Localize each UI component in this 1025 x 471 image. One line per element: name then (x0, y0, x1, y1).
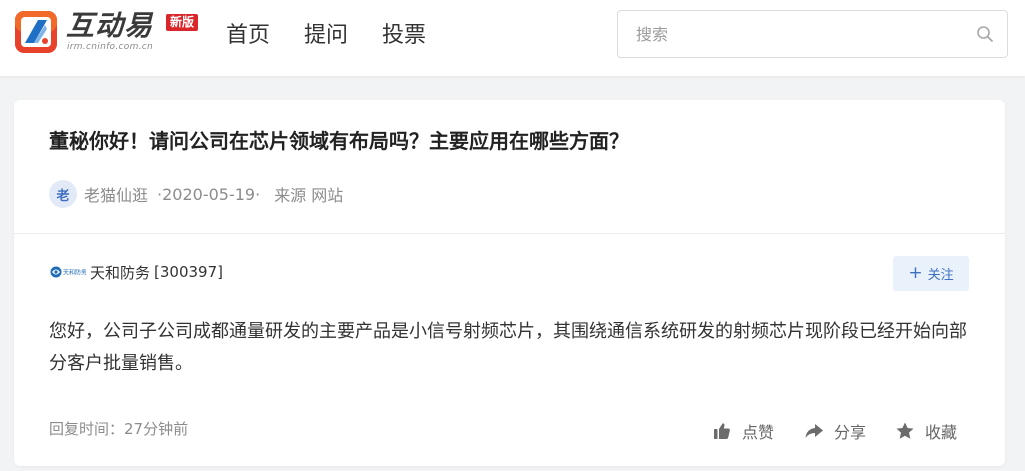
answer-actions: 点赞 分享 收藏 (712, 420, 957, 442)
source-value: 网站 (311, 186, 344, 205)
question-meta: 老 老猫仙逛 · 2020-05-19 · 来源 网站 (49, 180, 343, 208)
follow-button[interactable]: + 关注 (893, 256, 969, 291)
qa-card: 董秘你好！请问公司在芯片领域有布局吗？主要应用在哪些方面？ 老 老猫仙逛 · 2… (14, 100, 1005, 466)
company-code: [300397] (154, 263, 223, 281)
search-icon[interactable] (976, 25, 994, 43)
star-icon (896, 422, 914, 439)
question-title[interactable]: 董秘你好！请问公司在芯片领域有布局吗？主要应用在哪些方面？ (49, 126, 989, 156)
like-label: 点赞 (742, 423, 775, 442)
collect-label: 收藏 (925, 423, 958, 442)
search-box (617, 10, 1008, 58)
logo-icon[interactable] (14, 9, 58, 55)
asker-name[interactable]: 老猫仙逛 (84, 182, 148, 206)
divider (14, 233, 1005, 234)
main-nav: 首页 提问 投票 (226, 20, 426, 52)
collect-button[interactable]: 收藏 (895, 419, 957, 443)
question-date: 2020-05-19 (162, 184, 256, 204)
company-name[interactable]: 天和防务 (90, 262, 150, 283)
nav-ask[interactable]: 提问 (304, 20, 348, 52)
share-arrow-icon (805, 424, 824, 438)
logo-title: 互动易 (66, 9, 154, 42)
plus-icon: + (908, 263, 923, 283)
nav-vote[interactable]: 投票 (382, 20, 426, 52)
company-logo-icon: 天和防务 (50, 264, 87, 280)
share-button[interactable]: 分享 (804, 419, 866, 443)
like-button[interactable]: 点赞 (712, 419, 774, 443)
reply-time: 回复时间：27分钟前 (49, 420, 189, 438)
avatar[interactable]: 老 (49, 180, 77, 208)
follow-label: 关注 (927, 268, 954, 283)
logo-wordmark[interactable]: 互动易 irm.cninfo.com.cn 新版 (66, 9, 216, 55)
meta-separator: · (255, 184, 261, 204)
answer-text: 您好，公司子公司成都通量研发的主要产品是小信号射频芯片，其围绕通信系统研发的射频… (49, 321, 967, 374)
svg-text:天和防务: 天和防务 (63, 269, 86, 277)
share-label: 分享 (834, 423, 867, 442)
new-version-badge: 新版 (166, 14, 199, 31)
thumbs-up-icon (714, 423, 730, 439)
source-label: 来源 (274, 186, 307, 205)
nav-home[interactable]: 首页 (226, 20, 270, 52)
logo-url: irm.cninfo.com.cn (67, 42, 154, 52)
top-header: 互动易 irm.cninfo.com.cn 新版 首页 提问 投票 (0, 0, 1025, 76)
company-info[interactable]: 天和防务 天和防务 [300397] (50, 260, 223, 284)
search-input[interactable] (619, 12, 959, 56)
